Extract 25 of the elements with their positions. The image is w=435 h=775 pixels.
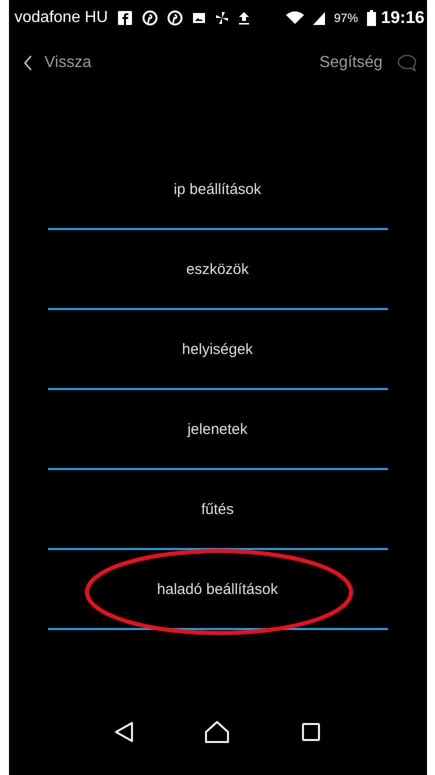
battery-icon <box>367 10 376 26</box>
wifi-icon <box>286 11 304 25</box>
speech-bubble-icon[interactable] <box>396 54 416 72</box>
pinterest-icon <box>166 10 183 26</box>
menu-item[interactable]: helyiségek <box>178 336 257 362</box>
pinterest-icon <box>142 10 158 26</box>
pinwheel-icon <box>214 11 229 25</box>
menu-item[interactable]: ip beállítások <box>170 176 266 202</box>
battery-level: 97% <box>334 11 358 25</box>
back-button[interactable]: Vissza <box>22 54 92 72</box>
facebook-icon <box>116 10 133 26</box>
menu-item[interactable]: jelenetek <box>183 416 252 442</box>
image-icon <box>192 11 206 25</box>
recents-icon[interactable] <box>301 722 322 742</box>
menu-item[interactable]: haladó beállítások <box>153 576 282 602</box>
menu-item[interactable]: eszközök <box>182 256 253 282</box>
help-link[interactable]: Segítség <box>319 54 382 72</box>
clock: 19:16 <box>381 8 424 28</box>
carrier-name: vodafone HU <box>14 9 108 27</box>
home-icon[interactable] <box>204 720 230 744</box>
chevron-left-icon <box>22 55 32 71</box>
menu-item[interactable]: fűtés <box>197 496 238 522</box>
signal-icon <box>312 11 325 25</box>
upload-icon <box>238 11 250 25</box>
back-icon[interactable] <box>114 721 134 743</box>
